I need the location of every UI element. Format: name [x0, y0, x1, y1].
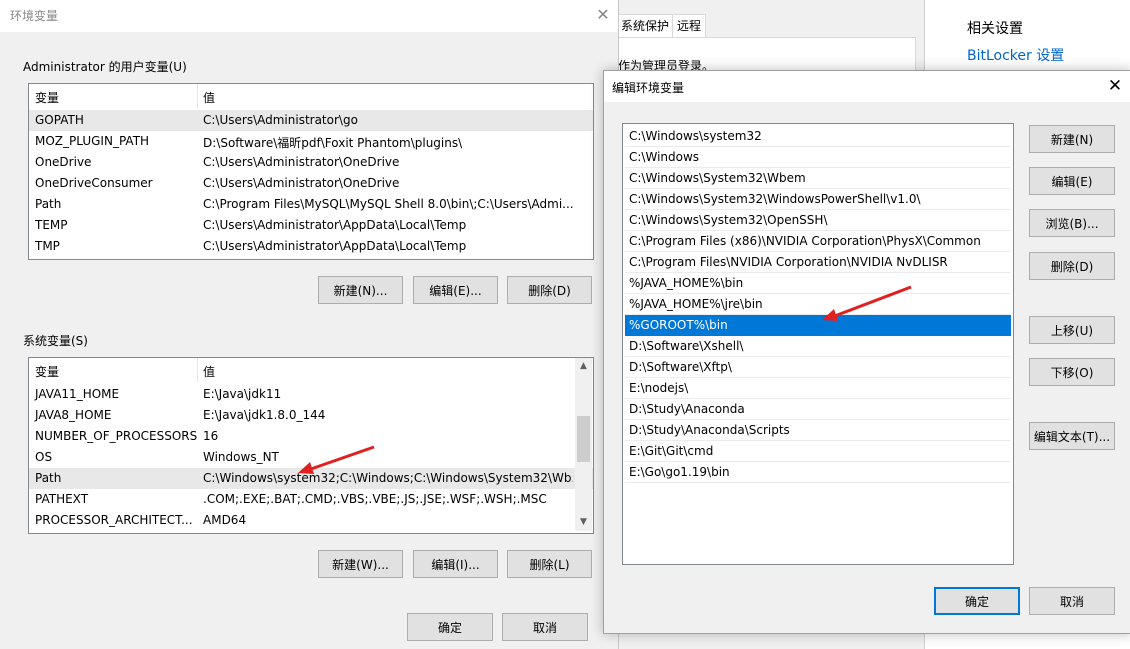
arrow-icon: [822, 285, 912, 321]
annotation-arrows: [298, 285, 912, 474]
arrow-icon: [298, 445, 375, 474]
